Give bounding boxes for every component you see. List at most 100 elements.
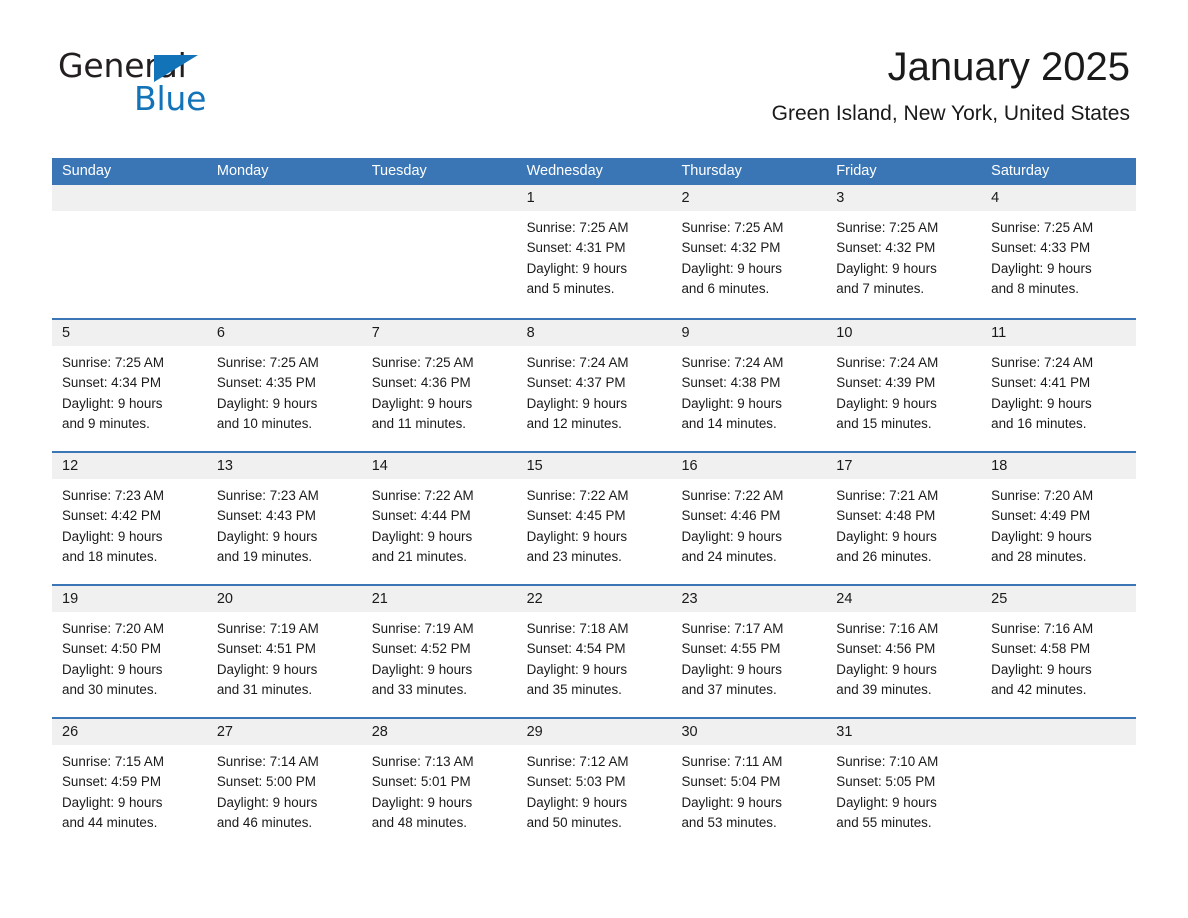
daylight-text-line1: Daylight: 9 hours bbox=[836, 260, 937, 276]
day-cell[interactable] bbox=[361, 185, 517, 318]
weekday-header-sunday: Sunday bbox=[62, 163, 112, 179]
logo-triangle-icon bbox=[154, 55, 198, 82]
day-cell[interactable]: 3 Sunrise: 7:25 AM Sunset: 4:32 PM Daylight… bbox=[826, 185, 982, 318]
day-details: Sunrise: 7:22 AM Sunset: 4:46 PM Daylight:… bbox=[671, 479, 826, 567]
day-cell[interactable]: 11 Sunrise: 7:24 AM Sunset: 4:41 PM Dayligh… bbox=[981, 320, 1137, 451]
day-number: 29 bbox=[526, 724, 543, 740]
day-cell[interactable]: 17 Sunrise: 7:21 AM Sunset: 4:48 PM Dayligh… bbox=[826, 453, 982, 584]
day-cell[interactable]: 4 Sunrise: 7:25 AM Sunset: 4:33 PM Daylight… bbox=[981, 185, 1137, 318]
day-cell[interactable]: 13 Sunrise: 7:23 AM Sunset: 4:43 PM Dayligh… bbox=[206, 453, 362, 584]
daylight-text-line2: and 50 minutes. bbox=[526, 814, 622, 830]
day-cell[interactable]: 24 Sunrise: 7:16 AM Sunset: 4:56 PM Dayligh… bbox=[826, 586, 982, 717]
sunset-text: Sunset: 4:42 PM bbox=[62, 508, 161, 524]
calendar-grid: Sunday Monday Tuesday Wednesday Thursday… bbox=[52, 158, 1137, 850]
day-number: 5 bbox=[62, 325, 71, 341]
day-number: 13 bbox=[216, 458, 233, 474]
daylight-text-line1: Daylight: 9 hours bbox=[681, 528, 782, 544]
day-cell[interactable]: 26 Sunrise: 7:15 AM Sunset: 4:59 PM Dayligh… bbox=[52, 719, 207, 850]
day-number: 16 bbox=[681, 458, 698, 474]
daylight-text-line2: and 30 minutes. bbox=[62, 681, 158, 697]
day-cell[interactable]: 23 Sunrise: 7:17 AM Sunset: 4:55 PM Dayligh… bbox=[671, 586, 827, 717]
day-cell[interactable]: 2 Sunrise: 7:25 AM Sunset: 4:32 PM Daylight… bbox=[671, 185, 827, 318]
day-details: Sunrise: 7:20 AM Sunset: 4:49 PM Daylight:… bbox=[981, 479, 1136, 567]
day-cell[interactable]: 9 Sunrise: 7:24 AM Sunset: 4:38 PM Daylight… bbox=[671, 320, 827, 451]
day-details: Sunrise: 7:22 AM Sunset: 4:44 PM Daylight:… bbox=[362, 479, 517, 567]
daylight-text-line2: and 55 minutes. bbox=[836, 814, 932, 830]
general-blue-logo[interactable]: General Blue bbox=[58, 49, 358, 121]
day-details: Sunrise: 7:23 AM Sunset: 4:43 PM Daylight:… bbox=[207, 479, 362, 567]
day-cell[interactable]: 18 Sunrise: 7:20 AM Sunset: 4:49 PM Dayligh… bbox=[981, 453, 1137, 584]
sunrise-text: Sunrise: 7:24 AM bbox=[681, 355, 784, 370]
day-details: Sunrise: 7:23 AM Sunset: 4:42 PM Daylight:… bbox=[52, 479, 207, 567]
daylight-text-line1: Daylight: 9 hours bbox=[216, 395, 318, 411]
daylight-text-line2: and 12 minutes. bbox=[526, 415, 622, 431]
day-details: Sunrise: 7:12 AM Sunset: 5:03 PM Daylight:… bbox=[517, 745, 672, 833]
day-cell[interactable]: 25 Sunrise: 7:16 AM Sunset: 4:58 PM Dayligh… bbox=[981, 586, 1137, 717]
day-cell[interactable]: 30 Sunrise: 7:11 AM Sunset: 5:04 PM Dayligh… bbox=[671, 719, 827, 850]
sunrise-text: Sunrise: 7:23 AM bbox=[62, 488, 164, 503]
day-cell[interactable]: 31 Sunrise: 7:10 AM Sunset: 5:05 PM Dayligh… bbox=[826, 719, 982, 850]
day-cell[interactable]: 7 Sunrise: 7:25 AM Sunset: 4:36 PM Daylight… bbox=[361, 320, 517, 451]
sunrise-text: Sunrise: 7:25 AM bbox=[836, 220, 939, 235]
day-cell[interactable]: 14 Sunrise: 7:22 AM Sunset: 4:44 PM Dayligh… bbox=[361, 453, 517, 584]
sunset-text: Sunset: 4:31 PM bbox=[526, 240, 626, 256]
day-details: Sunrise: 7:19 AM Sunset: 4:52 PM Daylight:… bbox=[362, 612, 517, 700]
day-details: Sunrise: 7:20 AM Sunset: 4:50 PM Daylight:… bbox=[52, 612, 207, 700]
day-cell[interactable] bbox=[52, 185, 207, 318]
day-cell[interactable]: 6 Sunrise: 7:25 AM Sunset: 4:35 PM Daylight… bbox=[206, 320, 362, 451]
day-details: Sunrise: 7:25 AM Sunset: 4:36 PM Daylight:… bbox=[362, 346, 517, 434]
daylight-text-line2: and 39 minutes. bbox=[836, 681, 932, 697]
daylight-text-line2: and 44 minutes. bbox=[62, 814, 158, 830]
day-cell[interactable]: 16 Sunrise: 7:22 AM Sunset: 4:46 PM Dayligh… bbox=[671, 453, 827, 584]
day-details: Sunrise: 7:16 AM Sunset: 4:56 PM Daylight:… bbox=[826, 612, 981, 700]
sunset-text: Sunset: 4:45 PM bbox=[526, 508, 626, 524]
day-cell[interactable]: 15 Sunrise: 7:22 AM Sunset: 4:45 PM Dayligh… bbox=[516, 453, 672, 584]
calendar-page: General Blue January 2025 Green Island, … bbox=[0, 0, 1188, 918]
daylight-text-line2: and 23 minutes. bbox=[526, 548, 622, 564]
day-number: 28 bbox=[371, 724, 388, 740]
day-details: Sunrise: 7:25 AM Sunset: 4:33 PM Daylight:… bbox=[981, 211, 1136, 299]
sunrise-text: Sunrise: 7:25 AM bbox=[526, 220, 629, 235]
day-cell[interactable] bbox=[206, 185, 362, 318]
sunset-text: Sunset: 4:52 PM bbox=[371, 641, 471, 657]
sunset-text: Sunset: 5:05 PM bbox=[836, 774, 936, 790]
day-cell[interactable]: 27 Sunrise: 7:14 AM Sunset: 5:00 PM Dayligh… bbox=[206, 719, 362, 850]
day-details bbox=[362, 211, 517, 218]
day-number: 20 bbox=[216, 591, 233, 607]
daylight-text-line2: and 24 minutes. bbox=[681, 548, 777, 564]
sunset-text: Sunset: 5:00 PM bbox=[216, 774, 316, 790]
daylight-text-line1: Daylight: 9 hours bbox=[991, 260, 1092, 276]
day-cell[interactable]: 8 Sunrise: 7:24 AM Sunset: 4:37 PM Daylight… bbox=[516, 320, 672, 451]
day-cell[interactable]: 12 Sunrise: 7:23 AM Sunset: 4:42 PM Dayligh… bbox=[52, 453, 207, 584]
day-details: Sunrise: 7:25 AM Sunset: 4:31 PM Daylight:… bbox=[517, 211, 672, 299]
day-number: 6 bbox=[216, 325, 225, 341]
day-cell[interactable] bbox=[981, 719, 1137, 850]
day-cell[interactable]: 5 Sunrise: 7:25 AM Sunset: 4:34 PM Daylight… bbox=[52, 320, 207, 451]
calendar-week-row: 1 Sunrise: 7:25 AM Sunset: 4:31 PM Daylight… bbox=[52, 185, 1137, 318]
day-cell[interactable]: 22 Sunrise: 7:18 AM Sunset: 4:54 PM Dayligh… bbox=[516, 586, 672, 717]
sunrise-text: Sunrise: 7:25 AM bbox=[681, 220, 784, 235]
day-cell[interactable]: 19 Sunrise: 7:20 AM Sunset: 4:50 PM Dayligh… bbox=[52, 586, 207, 717]
sunrise-text: Sunrise: 7:20 AM bbox=[991, 488, 1094, 503]
daylight-text-line1: Daylight: 9 hours bbox=[836, 661, 937, 677]
day-cell[interactable]: 1 Sunrise: 7:25 AM Sunset: 4:31 PM Daylight… bbox=[516, 185, 672, 318]
sunrise-text: Sunrise: 7:22 AM bbox=[526, 488, 629, 503]
day-details bbox=[52, 211, 207, 218]
daylight-text-line1: Daylight: 9 hours bbox=[371, 794, 473, 810]
day-details: Sunrise: 7:18 AM Sunset: 4:54 PM Daylight:… bbox=[517, 612, 672, 700]
daylight-text-line1: Daylight: 9 hours bbox=[681, 260, 782, 276]
day-cell[interactable]: 21 Sunrise: 7:19 AM Sunset: 4:52 PM Dayligh… bbox=[361, 586, 517, 717]
daylight-text-line2: and 35 minutes. bbox=[526, 681, 622, 697]
day-cell[interactable]: 28 Sunrise: 7:13 AM Sunset: 5:01 PM Dayligh… bbox=[361, 719, 517, 850]
daylight-text-line1: Daylight: 9 hours bbox=[991, 528, 1092, 544]
daylight-text-line2: and 42 minutes. bbox=[991, 681, 1087, 697]
weekday-header-friday: Friday bbox=[836, 163, 877, 179]
day-cell[interactable]: 10 Sunrise: 7:24 AM Sunset: 4:39 PM Dayligh… bbox=[826, 320, 982, 451]
day-number: 21 bbox=[371, 591, 388, 607]
day-cell[interactable]: 29 Sunrise: 7:12 AM Sunset: 5:03 PM Dayligh… bbox=[516, 719, 672, 850]
daylight-text-line1: Daylight: 9 hours bbox=[371, 661, 473, 677]
day-cell[interactable]: 20 Sunrise: 7:19 AM Sunset: 4:51 PM Dayligh… bbox=[206, 586, 362, 717]
daylight-text-line1: Daylight: 9 hours bbox=[681, 395, 782, 411]
daylight-text-line2: and 9 minutes. bbox=[62, 415, 150, 431]
daylight-text-line2: and 16 minutes. bbox=[991, 415, 1087, 431]
